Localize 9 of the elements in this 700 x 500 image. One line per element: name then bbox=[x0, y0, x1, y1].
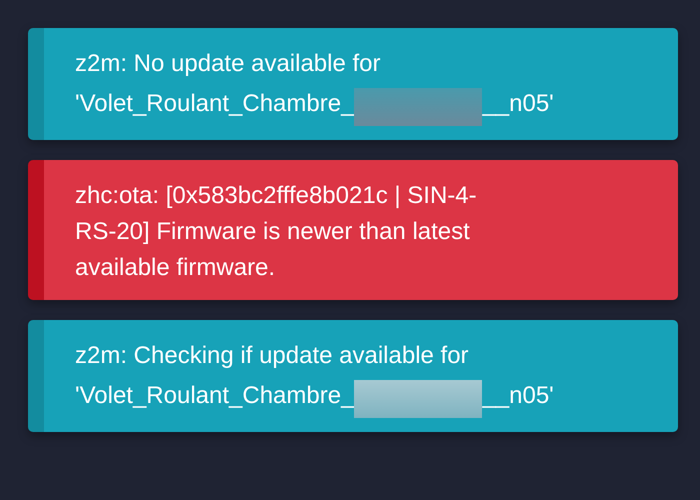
message-text: RS-20] Firmware is newer than latest bbox=[75, 217, 470, 247]
message-text: 'Volet_Roulant_Chambre_ bbox=[75, 89, 354, 119]
message-text: __n05' bbox=[482, 89, 554, 119]
message-text: available firmware. bbox=[75, 253, 276, 283]
message-text: z2m: No update available for bbox=[75, 49, 381, 79]
message-text: 'Volet_Roulant_Chambre_ bbox=[75, 381, 354, 411]
message-text: zhc:ota: [0x583bc2fffe8b021c | SIN-4- bbox=[75, 181, 477, 211]
message-text: z2m: Checking if update available for bbox=[75, 341, 469, 371]
message-text: __n05' bbox=[482, 381, 554, 411]
